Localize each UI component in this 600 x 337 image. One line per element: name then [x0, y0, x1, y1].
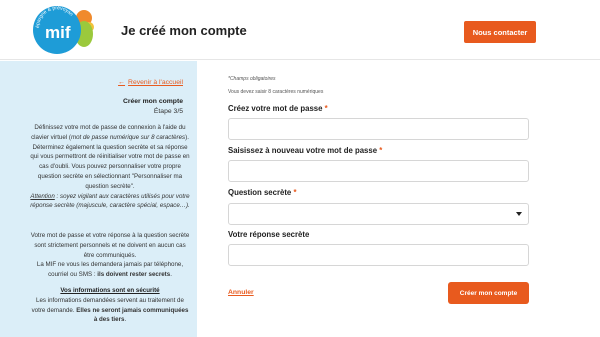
confirm-password-input[interactable]: [228, 160, 529, 182]
required-fields-note: *Champs obligatoires: [228, 76, 276, 82]
header: mif épargne & prévoyance Je créé mon com…: [0, 0, 600, 60]
secret-question-label: Question secrète *: [228, 188, 297, 197]
secret-question-select[interactable]: [228, 203, 529, 225]
sidebar-title: Créer mon compte: [122, 98, 183, 105]
cancel-link[interactable]: Annuler: [228, 289, 254, 296]
contact-button[interactable]: Nous contacter: [464, 21, 536, 43]
logo-text: mif: [45, 23, 71, 42]
attention-label: Attention: [30, 192, 55, 200]
arrow-left-icon: ←: [118, 79, 126, 86]
confirm-password-label: Saisissez à nouveau votre mot de passe *: [228, 146, 383, 155]
info-sidebar: ← Revenir à l'accueil Créer mon compte É…: [0, 61, 197, 337]
password-input[interactable]: [228, 118, 529, 140]
page-title: Je créé mon compte: [121, 23, 247, 38]
back-home-link[interactable]: ← Revenir à l'accueil: [118, 79, 183, 86]
password-instructions: Définissez votre mot de passe de connexi…: [30, 124, 190, 210]
back-home-label: Revenir à l'accueil: [128, 79, 183, 86]
chevron-down-icon: [516, 212, 522, 216]
secret-answer-input[interactable]: [228, 244, 529, 266]
password-label: Créez votre mot de passe *: [228, 104, 328, 113]
confidentiality-notice: Votre mot de passe et votre réponse à la…: [30, 232, 190, 279]
secret-answer-label: Votre réponse secrète: [228, 230, 310, 239]
step-indicator: Étape 3/5: [153, 108, 183, 115]
mif-logo[interactable]: mif épargne & prévoyance: [26, 4, 94, 56]
create-account-button[interactable]: Créer mon compte: [448, 282, 529, 304]
password-hint: Vous devez saisir 8 caractères numérique…: [228, 89, 324, 95]
security-title: Vos informations sont en sécurité: [60, 287, 160, 294]
create-account-form: *Champs obligatoires Vous devez saisir 8…: [228, 61, 529, 337]
security-notice: Vos informations sont en sécurité Les in…: [31, 287, 189, 324]
